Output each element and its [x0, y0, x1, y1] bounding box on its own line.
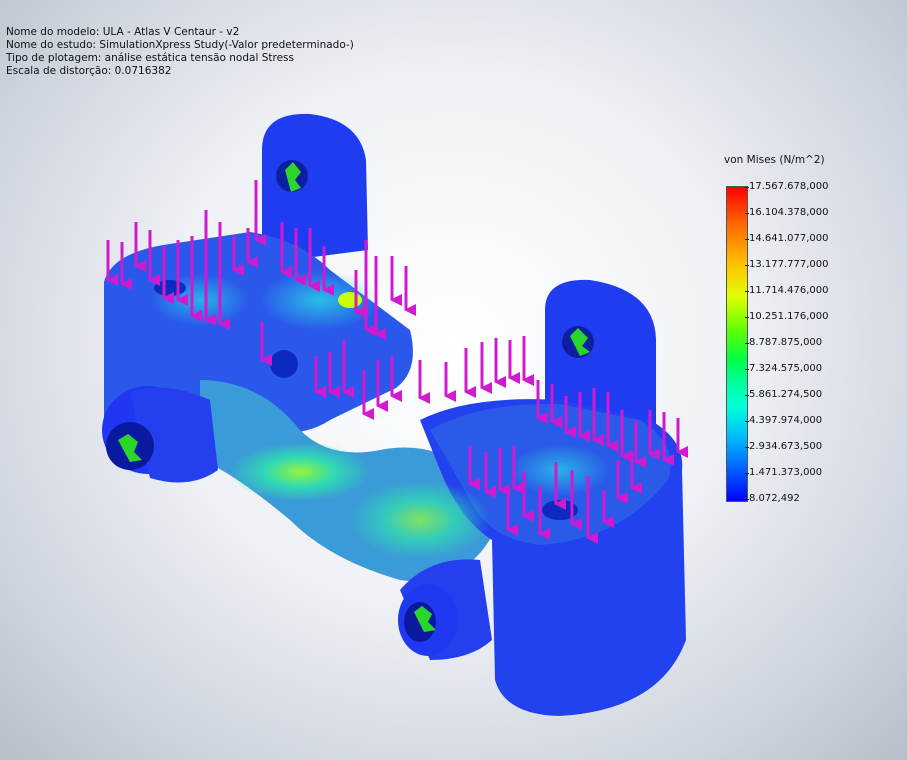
- legend-tick: 17.567.678,000: [745, 181, 829, 192]
- legend-color-bar: [726, 186, 748, 502]
- legend-tick: 8.787.875,000: [744, 337, 823, 348]
- legend-tick: 1.471.373,000: [744, 467, 823, 478]
- legend-tick: 13.177.777,000: [745, 259, 829, 270]
- legend-tick: 2.934.673,500: [744, 441, 823, 452]
- legend-tick: 14.641.077,000: [745, 233, 829, 244]
- legend-tick: 10.251.176,000: [745, 311, 829, 322]
- legend-tick: 8.072,492: [745, 493, 800, 504]
- legend-title: von Mises (N/m^2): [724, 154, 825, 166]
- legend-tick: 4.397.974,000: [744, 415, 823, 426]
- legend-tick: 16.104.378,000: [745, 207, 829, 218]
- legend-tick: 7.324.575,000: [744, 363, 823, 374]
- part-model: [102, 113, 686, 716]
- legend-tick: 11.714.476,000: [745, 285, 829, 296]
- stress-plot-viewport[interactable]: [0, 0, 907, 760]
- legend-tick: 5.861.274,500: [744, 389, 823, 400]
